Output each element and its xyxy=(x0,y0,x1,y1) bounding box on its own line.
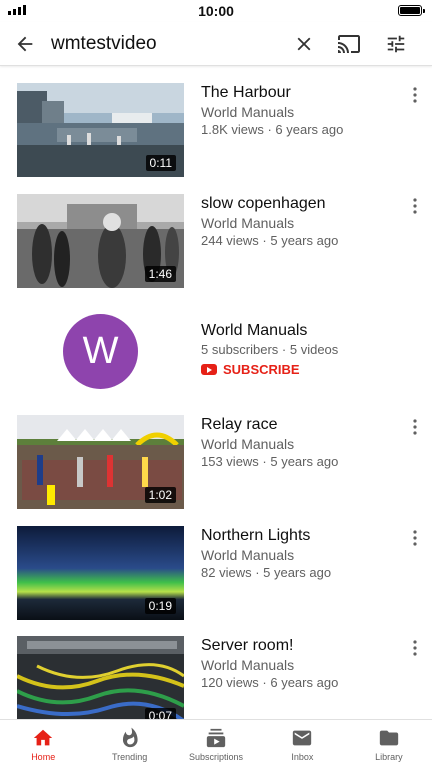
channel-stats: 5 subscribers · 5 videos xyxy=(201,342,339,357)
nav-label: Trending xyxy=(112,752,148,762)
home-icon xyxy=(34,729,53,746)
mail-icon xyxy=(293,730,312,746)
video-channel-name: World Manuals xyxy=(201,436,295,452)
video-channel-name: World Manuals xyxy=(201,104,295,120)
channel-meta: World Manuals 5 subscribers · 5 videos S… xyxy=(201,321,338,377)
video-duration: 1:02 xyxy=(144,487,176,503)
video-thumbnail[interactable]: 0:19 xyxy=(17,526,184,620)
video-meta: The Harbour World Manuals 1.8K views · 6… xyxy=(201,83,343,138)
video-more-button[interactable] xyxy=(408,528,422,548)
more-vert-icon xyxy=(413,419,417,435)
subscribe-label: SUBSCRIBE xyxy=(223,362,300,377)
video-more-button[interactable] xyxy=(408,85,422,105)
video-result[interactable]: 0:07 Server room! World Manuals 120 view… xyxy=(0,636,432,719)
video-result[interactable]: 1:46 slow copenhagen World Manuals 244 v… xyxy=(0,194,432,288)
cast-button[interactable] xyxy=(336,31,362,57)
nav-trending[interactable]: Trending xyxy=(86,720,172,768)
more-vert-icon xyxy=(413,640,417,656)
search-results: 0:11 The Harbour World Manuals 1.8K view… xyxy=(0,66,432,719)
video-title[interactable]: Server room! xyxy=(201,636,338,656)
more-vert-icon xyxy=(413,87,417,103)
video-channel-name: World Manuals xyxy=(201,657,295,673)
arrow-left-icon xyxy=(17,36,33,51)
status-time: 10:00 xyxy=(198,3,234,19)
youtube-logo-icon xyxy=(201,364,217,375)
nav-label: Home xyxy=(31,752,56,762)
video-more-button[interactable] xyxy=(408,196,422,216)
video-meta: Northern Lights World Manuals 82 views ·… xyxy=(201,526,331,581)
video-duration: 1:46 xyxy=(144,266,176,282)
video-stats: 82 views · 5 years ago xyxy=(201,565,332,580)
status-bar: 10:00 xyxy=(0,0,432,22)
video-title[interactable]: slow copenhagen xyxy=(201,194,338,214)
channel-title[interactable]: World Manuals xyxy=(201,321,338,341)
video-thumbnail[interactable]: 1:02 xyxy=(17,415,184,509)
subscriptions-icon xyxy=(206,728,226,748)
video-more-button[interactable] xyxy=(408,417,422,437)
cast-icon xyxy=(338,34,360,53)
video-channel-name: World Manuals xyxy=(201,547,295,563)
video-stats: 244 views · 5 years ago xyxy=(201,233,339,248)
nav-label: Inbox xyxy=(291,752,314,762)
video-title[interactable]: The Harbour xyxy=(201,83,343,103)
search-query-input[interactable]: wmtestvideo xyxy=(51,33,157,55)
filter-button[interactable] xyxy=(383,31,409,57)
video-meta: Server room! World Manuals 120 views · 6… xyxy=(201,636,338,691)
video-stats: 1.8K views · 6 years ago xyxy=(201,122,344,137)
video-duration: 0:19 xyxy=(144,598,176,614)
clear-search-button[interactable] xyxy=(291,31,317,57)
video-result[interactable]: 0:11 The Harbour World Manuals 1.8K view… xyxy=(0,83,432,177)
video-thumbnail[interactable]: 0:11 xyxy=(17,83,184,177)
video-duration: 0:11 xyxy=(145,155,176,171)
nav-label: Library xyxy=(375,752,403,762)
video-thumbnail[interactable]: 1:46 xyxy=(17,194,184,288)
video-channel-name: World Manuals xyxy=(201,215,295,231)
video-duration: 0:07 xyxy=(144,708,176,719)
video-result[interactable]: 0:19 Northern Lights World Manuals 82 vi… xyxy=(0,526,432,620)
nav-inbox[interactable]: Inbox xyxy=(259,720,345,768)
video-meta: slow copenhagen World Manuals 244 views … xyxy=(201,194,338,249)
nav-label: Subscriptions xyxy=(189,752,244,762)
video-title[interactable]: Relay race xyxy=(201,415,338,435)
bottom-navigation: Home Trending Subscriptions Inbox Librar… xyxy=(0,719,432,768)
video-result[interactable]: 1:02 Relay race World Manuals 153 views … xyxy=(0,415,432,509)
more-vert-icon xyxy=(413,198,417,214)
channel-avatar[interactable]: W xyxy=(63,314,138,389)
nav-home[interactable]: Home xyxy=(0,720,86,768)
nav-subscriptions[interactable]: Subscriptions xyxy=(173,720,259,768)
video-title[interactable]: Northern Lights xyxy=(201,526,331,546)
folder-icon xyxy=(379,730,398,746)
channel-result[interactable]: W World Manuals 5 subscribers · 5 videos… xyxy=(0,314,432,390)
nav-library[interactable]: Library xyxy=(346,720,432,768)
more-vert-icon xyxy=(413,530,417,546)
video-stats: 153 views · 5 years ago xyxy=(201,454,339,469)
video-stats: 120 views · 6 years ago xyxy=(201,675,339,690)
battery-icon xyxy=(398,5,425,16)
back-button[interactable] xyxy=(10,29,40,59)
subscribe-button[interactable]: SUBSCRIBE xyxy=(201,362,338,377)
close-icon xyxy=(297,37,311,50)
tune-icon xyxy=(387,35,405,52)
flame-icon xyxy=(122,727,138,748)
video-meta: Relay race World Manuals 153 views · 5 y… xyxy=(201,415,338,470)
video-more-button[interactable] xyxy=(408,638,422,658)
search-header: wmtestvideo xyxy=(0,22,432,66)
video-thumbnail[interactable]: 0:07 xyxy=(17,636,184,719)
